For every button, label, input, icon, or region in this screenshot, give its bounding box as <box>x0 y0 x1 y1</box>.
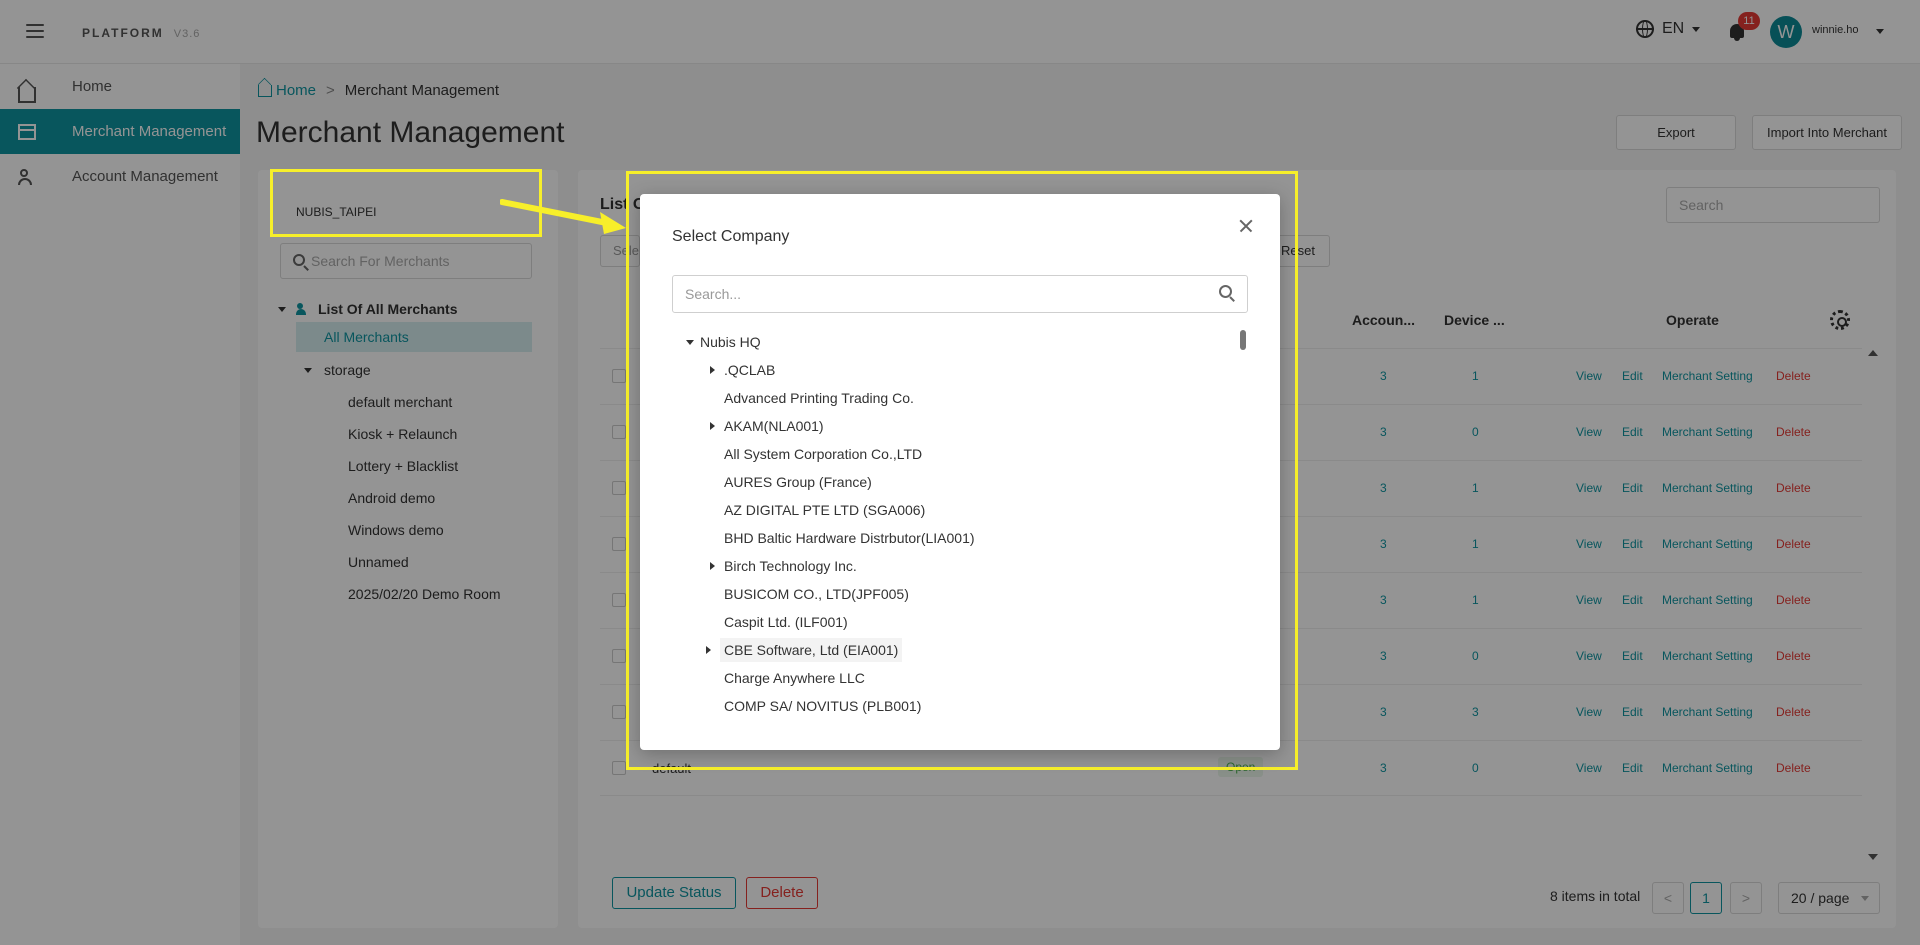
tree-node-company[interactable]: AKAM(NLA001) <box>710 414 824 438</box>
close-icon[interactable] <box>1238 218 1254 234</box>
tree-node-company[interactable]: .QCLAB <box>710 358 776 382</box>
tree-node-company[interactable]: All System Corporation Co.,LTD <box>724 442 922 466</box>
caret-right-icon[interactable] <box>706 646 711 654</box>
modal-scrollbar[interactable] <box>1240 330 1246 350</box>
tree-node-company[interactable]: AZ DIGITAL PTE LTD (SGA006) <box>724 498 925 522</box>
search-icon[interactable] <box>1219 285 1232 298</box>
caret-down-icon[interactable] <box>686 339 694 345</box>
tree-node-company[interactable]: Birch Technology Inc. <box>710 554 857 578</box>
tree-node-label: AKAM(NLA001) <box>724 418 824 434</box>
tree-node-company[interactable]: BHD Baltic Hardware Distrbutor(LIA001) <box>724 526 975 550</box>
company-search-input[interactable] <box>685 284 1185 304</box>
tree-node-company[interactable]: Caspit Ltd. (ILF001) <box>724 610 848 634</box>
tree-node-label: Birch Technology Inc. <box>724 558 857 574</box>
tree-node-label: Charge Anywhere LLC <box>724 670 865 686</box>
tree-node-company[interactable]: AURES Group (France) <box>724 470 872 494</box>
tree-node-company-hovered[interactable]: CBE Software, Ltd (EIA001) <box>706 638 903 662</box>
tree-node-label: BUSICOM CO., LTD(JPF005) <box>724 586 909 602</box>
caret-right-icon[interactable] <box>710 366 715 374</box>
tree-node-company[interactable]: COMP SA/ NOVITUS (PLB001) <box>724 694 921 718</box>
tree-node-nubis-hq[interactable]: Nubis HQ <box>686 330 761 354</box>
tree-node-label: AURES Group (France) <box>724 474 872 490</box>
tree-node-company[interactable]: BUSICOM CO., LTD(JPF005) <box>724 582 909 606</box>
annotation-arrow <box>500 199 626 234</box>
select-company-modal: Select Company Nubis HQ .QCLAB Advanced … <box>640 194 1280 750</box>
tree-node-label: BHD Baltic Hardware Distrbutor(LIA001) <box>724 530 975 546</box>
modal-title: Select Company <box>672 228 790 245</box>
company-search-field[interactable] <box>672 275 1248 313</box>
company-tree: Nubis HQ .QCLAB Advanced Printing Tradin… <box>672 330 1232 730</box>
caret-right-icon[interactable] <box>710 562 715 570</box>
tree-node-company[interactable]: Advanced Printing Trading Co. <box>724 386 914 410</box>
tree-node-label: COMP SA/ NOVITUS (PLB001) <box>724 698 922 714</box>
caret-right-icon[interactable] <box>710 422 715 430</box>
tree-node-label: AZ DIGITAL PTE LTD (SGA006) <box>724 502 926 518</box>
tree-node-label: All System Corporation Co.,LTD <box>724 446 923 462</box>
tree-node-company[interactable]: Charge Anywhere LLC <box>724 666 865 690</box>
tree-node-label: Nubis HQ <box>700 334 761 350</box>
tree-node-label: CBE Software, Ltd (EIA001) <box>724 642 899 658</box>
tree-node-label: Caspit Ltd. (ILF001) <box>724 614 848 630</box>
tree-node-label: .QCLAB <box>724 362 776 378</box>
tree-node-label: Advanced Printing Trading Co. <box>724 390 914 406</box>
